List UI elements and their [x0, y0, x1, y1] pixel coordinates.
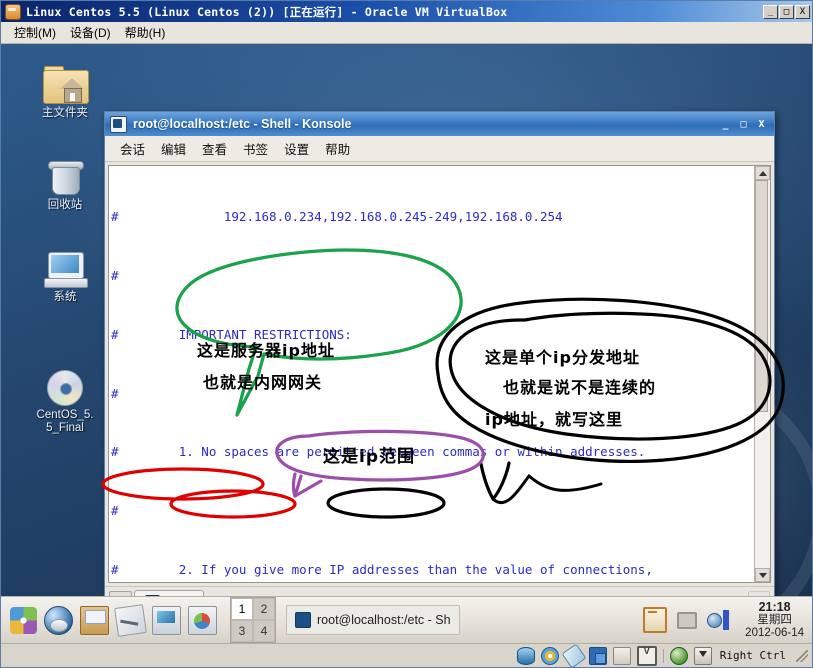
terminal-line: #	[111, 385, 119, 401]
close-button[interactable]: X	[795, 4, 810, 19]
konsole-title: root@localhost:/etc - Shell - Konsole	[133, 117, 352, 131]
virtualbox-app-icon	[5, 3, 21, 20]
cdrom-icon	[23, 362, 107, 406]
virtualbox-menubar: 控制(M) 设备(D) 帮助(H)	[1, 22, 812, 44]
browser-icon[interactable]	[44, 605, 73, 635]
desktop-icon-label: 系统	[53, 291, 77, 303]
virtualbox-window: Linux Centos 5.5 (Linux Centos (2)) [正在运…	[0, 0, 813, 668]
virtualbox-title: Linux Centos 5.5 (Linux Centos (2)) [正在运…	[26, 4, 508, 19]
presentation-icon[interactable]	[152, 605, 181, 635]
taskbar-window-list: root@localhost:/etc - Sh	[280, 597, 635, 643]
desktop-icon-label: 回收站	[47, 199, 83, 211]
display-icon[interactable]	[636, 645, 657, 666]
konsole-minimize-button[interactable]: _	[718, 117, 733, 132]
host-key-label: Right Ctrl	[719, 649, 786, 662]
konsole-maximize-button[interactable]: □	[736, 117, 751, 132]
konsole-icon	[295, 612, 311, 628]
maximize-button[interactable]: □	[779, 4, 794, 19]
desktop-icon-centos-cdrom[interactable]: CentOS_5. 5_Final	[23, 362, 107, 435]
terminal-line: # IMPORTANT RESTRICTIONS:	[111, 326, 352, 342]
terminal-line: # 2. If you give more IP addresses than …	[111, 561, 653, 577]
menu-bookmarks[interactable]: 书签	[235, 137, 276, 160]
terminal-output[interactable]: # 192.168.0.234,192.168.0.245-249,192.16…	[109, 166, 754, 582]
konsole-app-icon	[110, 115, 127, 133]
menu-help[interactable]: 帮助(H)	[118, 23, 173, 42]
writer-icon[interactable]	[114, 603, 147, 637]
minimize-button[interactable]: _	[763, 4, 778, 19]
terminal-line: #	[111, 267, 119, 283]
terminal-line: # 1. No spaces are permitted between com…	[111, 444, 646, 460]
home-folder-icon	[23, 60, 107, 104]
terminal-line: #	[111, 503, 119, 519]
taskbar-launchers	[1, 597, 226, 643]
clock-time: 21:18	[758, 599, 791, 614]
display-icon[interactable]	[677, 611, 698, 629]
terminal-area: # 192.168.0.234,192.168.0.245-249,192.16…	[108, 165, 771, 583]
pager-desktop-2[interactable]: 2	[253, 598, 275, 620]
menu-help[interactable]: 帮助	[317, 137, 358, 160]
vbox-globe-icon[interactable]	[669, 646, 688, 665]
menu-devices[interactable]: 设备(D)	[63, 23, 118, 42]
statusbar-separator	[662, 648, 664, 663]
clipboard-icon[interactable]	[643, 607, 668, 633]
chevron-down-icon	[758, 572, 767, 578]
desktop-pager: 1 2 3 4	[230, 597, 276, 643]
shared-folder-icon[interactable]	[612, 646, 631, 665]
taskbar-clock[interactable]: 21:18 星期四 2012-06-14	[737, 597, 812, 643]
scroll-down-button[interactable]	[755, 568, 770, 582]
chart-icon[interactable]	[188, 605, 217, 635]
konsole-menubar: 会话 编辑 查看 书签 设置 帮助	[105, 136, 774, 162]
menu-control[interactable]: 控制(M)	[7, 23, 63, 42]
scrollbar-thumb[interactable]	[755, 180, 768, 412]
cd-icon[interactable]	[540, 646, 559, 665]
pager-desktop-4[interactable]: 4	[253, 620, 275, 642]
konsole-titlebar: root@localhost:/etc - Shell - Konsole _ …	[105, 112, 774, 136]
konsole-window-controls: _ □ X	[718, 117, 771, 132]
taskbar: 1 2 3 4 root@localhost:/etc - Sh 21:18 星…	[1, 596, 812, 643]
taskbar-item-konsole[interactable]: root@localhost:/etc - Sh	[286, 605, 460, 635]
virtualbox-titlebar: Linux Centos 5.5 (Linux Centos (2)) [正在运…	[1, 1, 812, 22]
menu-session[interactable]: 会话	[112, 137, 153, 160]
trash-icon	[23, 152, 107, 196]
network-icon[interactable]	[588, 646, 607, 665]
virtualbox-window-controls: _ □ X	[763, 4, 810, 19]
desktop-icon-system[interactable]: 系统	[23, 244, 107, 304]
hdd-icon[interactable]	[516, 646, 535, 665]
clock-date: 2012-06-14	[745, 626, 804, 639]
menu-edit[interactable]: 编辑	[153, 137, 194, 160]
kde-menu-icon[interactable]	[10, 606, 37, 634]
terminal-line: # 192.168.0.234,192.168.0.245-249,192.16…	[111, 209, 563, 225]
desktop-icon-trash[interactable]: 回收站	[23, 152, 107, 212]
computer-icon	[23, 244, 107, 288]
chevron-up-icon	[758, 170, 767, 176]
virtualbox-statusbar: Right Ctrl	[1, 642, 812, 668]
clock-weekday: 星期四	[757, 613, 792, 626]
network-icon[interactable]	[707, 610, 730, 630]
mail-icon[interactable]	[80, 605, 109, 635]
konsole-close-button[interactable]: X	[754, 117, 769, 132]
terminal-scrollbar[interactable]	[754, 166, 770, 582]
menu-settings[interactable]: 设置	[276, 137, 317, 160]
desktop-icon-home-folder[interactable]: 主文件夹	[23, 60, 107, 120]
desktop-icon-label: 主文件夹	[42, 107, 88, 119]
system-tray	[635, 597, 737, 643]
usb-icon[interactable]	[561, 642, 587, 668]
taskbar-item-label: root@localhost:/etc - Sh	[317, 613, 451, 627]
host-key-icon[interactable]	[693, 646, 712, 665]
scroll-up-button[interactable]	[755, 166, 770, 180]
guest-screen[interactable]: 主文件夹 回收站 系统 CentOS_5. 5_Final root@local…	[1, 44, 812, 643]
menu-view[interactable]: 查看	[194, 137, 235, 160]
konsole-window: root@localhost:/etc - Shell - Konsole _ …	[104, 111, 775, 618]
pager-desktop-1[interactable]: 1	[231, 598, 253, 620]
pager-desktop-3[interactable]: 3	[231, 620, 253, 642]
desktop-icon-label: CentOS_5. 5_Final	[36, 409, 94, 434]
resize-grip[interactable]	[796, 649, 808, 662]
